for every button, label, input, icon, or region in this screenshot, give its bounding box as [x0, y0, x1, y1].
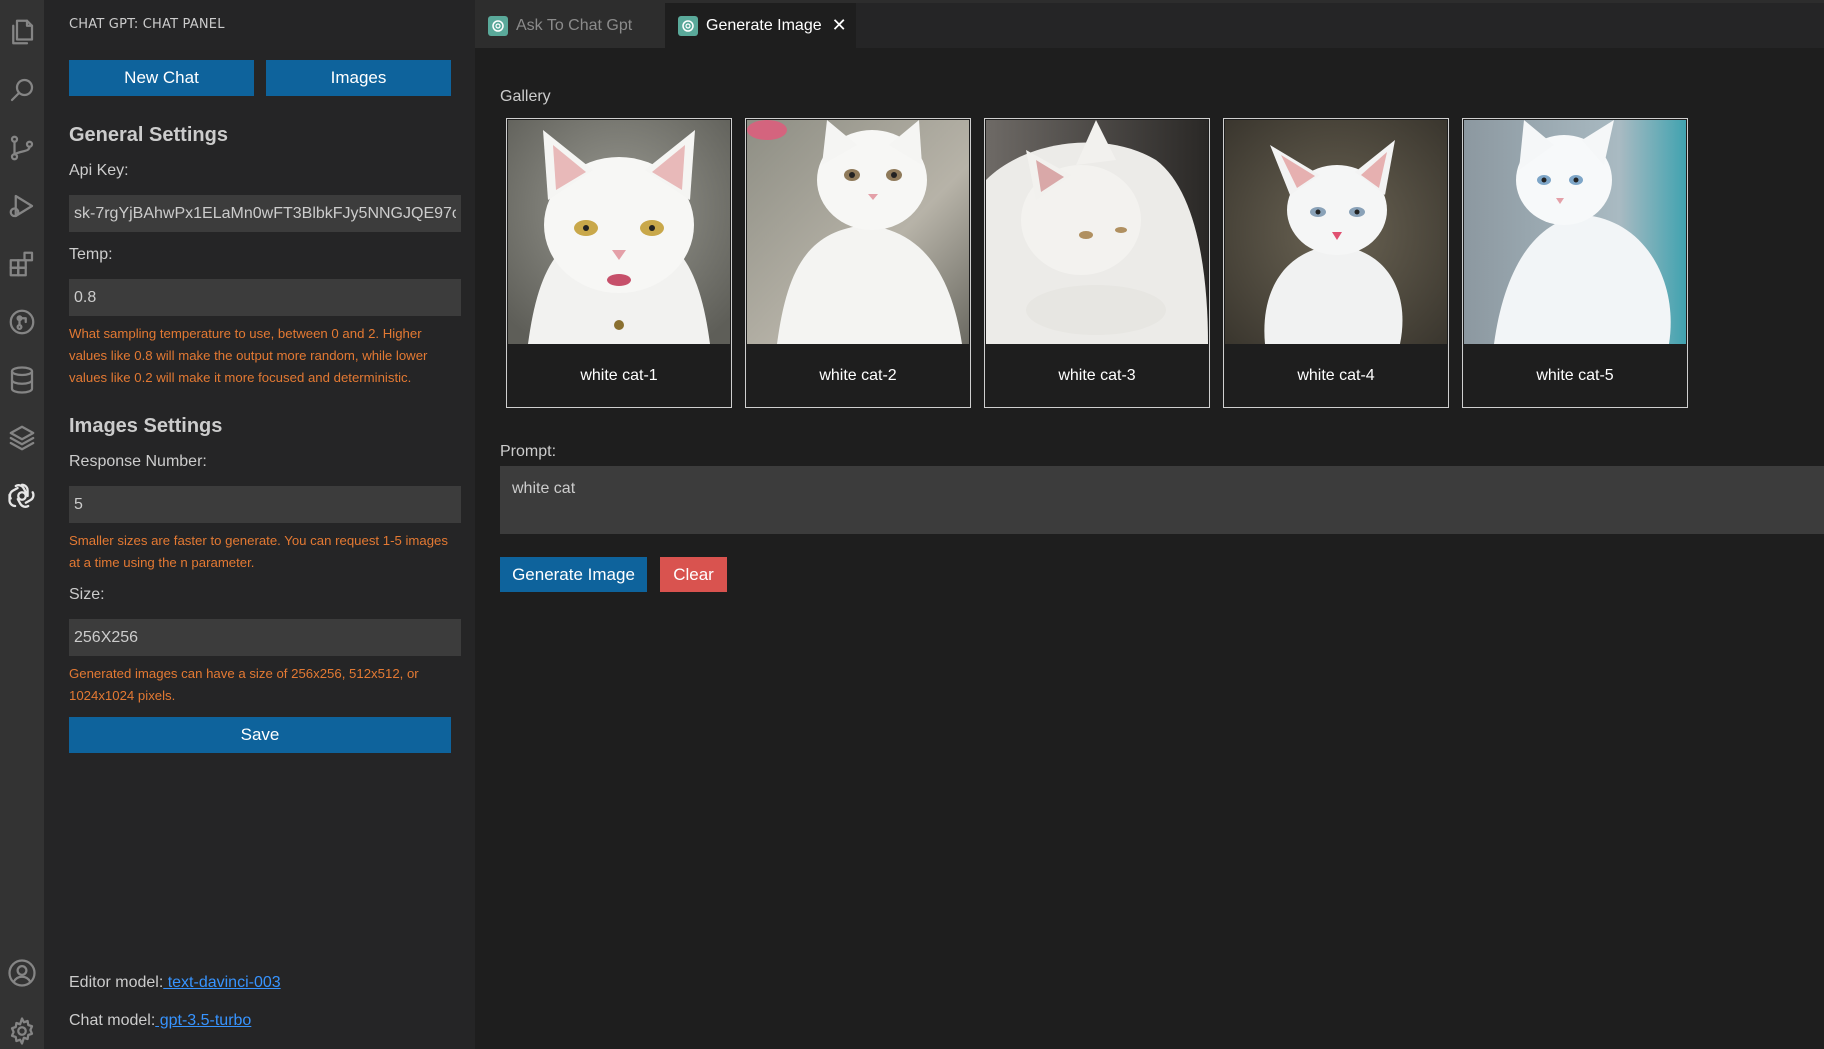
- cat-image[interactable]: [1225, 120, 1447, 344]
- source-control-icon[interactable]: [4, 130, 40, 166]
- gallery-card[interactable]: white cat-2: [745, 118, 971, 408]
- size-hint: Generated images can have a size of 256x…: [69, 666, 419, 703]
- search-icon[interactable]: [4, 72, 40, 108]
- openai-icon: [488, 15, 508, 36]
- settings-gear-icon[interactable]: [4, 1013, 40, 1049]
- generate-image-view: Gallery white cat-1 white cat-2 white ca…: [475, 48, 1824, 1049]
- image-caption: white cat-4: [1297, 367, 1375, 384]
- tab-generate-image[interactable]: Generate Image ✕: [665, 3, 856, 48]
- chat-model-line: Chat model: gpt-3.5-turbo: [69, 1012, 251, 1030]
- cat-image[interactable]: [747, 120, 969, 344]
- response-number-hint: Smaller sizes are faster to generate. Yo…: [69, 533, 448, 570]
- new-chat-button[interactable]: New Chat: [69, 60, 254, 96]
- close-icon[interactable]: ✕: [832, 15, 847, 36]
- tab-ask-to-chat-gpt[interactable]: Ask To Chat Gpt: [475, 3, 665, 48]
- gallery-card[interactable]: white cat-3: [984, 118, 1210, 408]
- response-number-label: Response Number:: [69, 453, 207, 470]
- sidebar-title: CHAT GPT: CHAT PANEL: [69, 17, 225, 32]
- save-button[interactable]: Save: [69, 717, 451, 753]
- temp-label: Temp:: [69, 246, 113, 263]
- tab-label: Ask To Chat Gpt: [516, 16, 633, 34]
- run-debug-icon[interactable]: [4, 188, 40, 224]
- prompt-input[interactable]: white cat: [500, 466, 1824, 534]
- tab-label: Generate Image: [706, 16, 822, 34]
- general-settings-heading: General Settings: [69, 124, 228, 146]
- api-key-input[interactable]: [69, 195, 461, 232]
- temp-input[interactable]: [69, 279, 461, 316]
- images-settings-heading: Images Settings: [69, 415, 223, 437]
- image-caption: white cat-3: [1058, 367, 1136, 384]
- image-caption: white cat-5: [1536, 367, 1614, 384]
- chat-model-label: Chat model:: [69, 1012, 156, 1029]
- response-number-input[interactable]: [69, 486, 461, 523]
- temp-hint: What sampling temperature to use, betwee…: [69, 326, 428, 385]
- editor-model-link[interactable]: text-davinci-003: [163, 974, 281, 991]
- layers-icon[interactable]: [4, 420, 40, 456]
- api-key-label: Api Key:: [69, 162, 129, 179]
- gallery-card[interactable]: white cat-5: [1462, 118, 1688, 408]
- git-graph-icon[interactable]: [4, 304, 40, 340]
- image-caption: white cat-2: [819, 367, 897, 384]
- editor-tab-bar: Ask To Chat Gpt Generate Image ✕: [475, 0, 1824, 48]
- openai-icon[interactable]: [4, 478, 40, 514]
- gallery-card[interactable]: white cat-4: [1223, 118, 1449, 408]
- files-icon[interactable]: [4, 14, 40, 50]
- extensions-icon[interactable]: [4, 246, 40, 282]
- gallery-card[interactable]: white cat-1: [506, 118, 732, 408]
- editor-model-line: Editor model: text-davinci-003: [69, 974, 281, 992]
- clear-button[interactable]: Clear: [660, 557, 727, 592]
- activity-bar: [0, 0, 44, 1049]
- cat-image[interactable]: [986, 120, 1208, 344]
- database-icon[interactable]: [4, 362, 40, 398]
- gallery-label: Gallery: [500, 88, 551, 105]
- images-button[interactable]: Images: [266, 60, 451, 96]
- prompt-label: Prompt:: [500, 443, 557, 460]
- chat-panel-sidebar: CHAT GPT: CHAT PANEL New Chat Images Gen…: [44, 0, 475, 1049]
- cat-image[interactable]: [1464, 120, 1686, 344]
- chat-model-link[interactable]: gpt-3.5-turbo: [155, 1012, 252, 1029]
- cat-image[interactable]: [508, 120, 730, 344]
- image-caption: white cat-1: [580, 367, 658, 384]
- openai-icon: [678, 15, 698, 36]
- size-label: Size:: [69, 586, 105, 603]
- generate-image-button[interactable]: Generate Image: [500, 557, 647, 592]
- account-icon[interactable]: [4, 955, 40, 991]
- size-input[interactable]: [69, 619, 461, 656]
- editor-model-label: Editor model:: [69, 974, 164, 991]
